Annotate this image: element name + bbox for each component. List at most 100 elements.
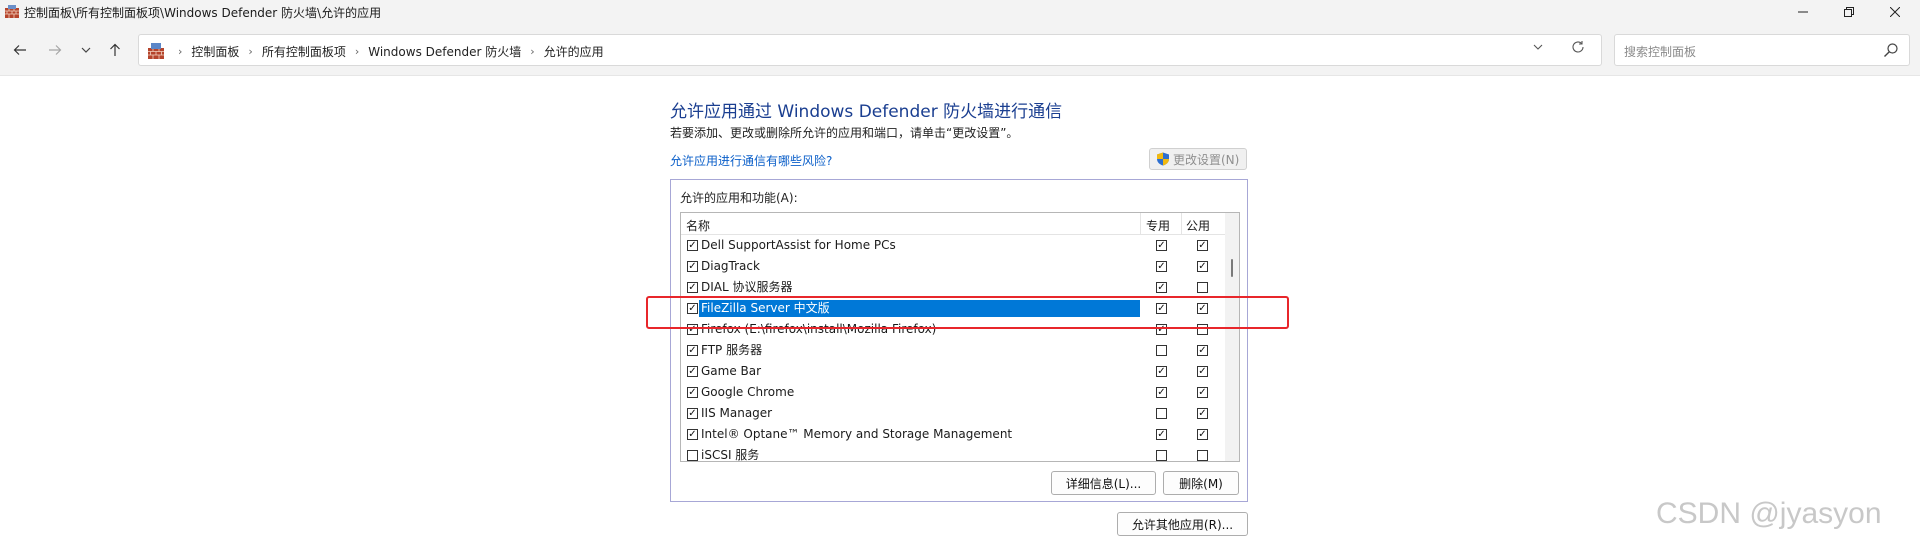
address-dropdown-button[interactable] [1533,41,1543,55]
control-panel-icon [148,43,164,59]
allow-other-app-button[interactable]: 允许其他应用(R)... [1117,512,1248,536]
restore-button[interactable] [1826,0,1872,24]
list-item[interactable]: ✓ FTP 服务器 ✓ [681,340,1225,361]
recent-locations-button[interactable] [74,38,98,62]
private-network-checkbox[interactable]: ✓ [1156,261,1167,272]
public-network-checkbox[interactable] [1197,450,1208,461]
list-header: 名称 专用 公用 [681,213,1225,235]
app-name: Intel® Optane™ Memory and Storage Manage… [701,427,1013,441]
private-network-checkbox[interactable]: ✓ [1156,387,1167,398]
public-network-checkbox[interactable]: ✓ [1197,240,1208,251]
app-enabled-checkbox[interactable]: ✓ [687,261,698,272]
app-name: Google Chrome [701,385,795,399]
scrollbar-thumb[interactable] [1231,259,1233,277]
restore-icon [1844,7,1854,17]
public-network-checkbox[interactable]: ✓ [1197,387,1208,398]
allowed-apps-list[interactable]: 名称 专用 公用 ✓ Dell SupportAssist for Home PC… [680,212,1240,462]
breadcrumb-separator: › [178,45,183,58]
list-item[interactable]: ✓ Google Chrome ✓ ✓ [681,382,1225,403]
column-header-name[interactable]: 名称 [686,217,710,234]
app-enabled-checkbox[interactable]: ✓ [687,240,698,251]
watermark: CSDN @jyasyon [1656,497,1882,530]
app-name: Dell SupportAssist for Home PCs [701,238,896,252]
app-name: DIAL 协议服务器 [701,280,793,294]
address-bar[interactable]: › 控制面板 › 所有控制面板项 › Windows Defender 防火墙 … [138,34,1602,66]
private-network-checkbox[interactable] [1156,408,1167,419]
public-network-checkbox[interactable]: ✓ [1197,345,1208,356]
breadcrumb: › 控制面板 › 所有控制面板项 › Windows Defender 防火墙 … [169,43,604,60]
window-title: 控制面板\所有控制面板项\Windows Defender 防火墙\允许的应用 [24,6,382,20]
public-network-checkbox[interactable]: ✓ [1197,408,1208,419]
private-network-checkbox[interactable]: ✓ [1156,240,1167,251]
app-enabled-checkbox[interactable]: ✓ [687,408,698,419]
column-header-public[interactable]: 公用 [1186,217,1210,234]
forward-button[interactable] [43,38,67,62]
chevron-down-icon [81,47,91,53]
firewall-icon [5,5,19,18]
breadcrumb-firewall[interactable]: Windows Defender 防火墙 [368,43,521,60]
page-description: 若要添加、更改或删除所允许的应用和端口，请单击“更改设置”。 [670,126,1019,140]
breadcrumb-separator: › [248,45,253,58]
list-item[interactable]: ✓ Intel® Optane™ Memory and Storage Manag… [681,424,1225,445]
app-enabled-checkbox[interactable]: ✓ [687,345,698,356]
app-enabled-checkbox[interactable]: ✓ [687,282,698,293]
breadcrumb-separator: › [530,45,535,58]
refresh-icon [1572,41,1584,53]
app-enabled-checkbox[interactable]: ✓ [687,429,698,440]
change-settings-label: 更改设置(N) [1173,152,1240,167]
private-network-checkbox[interactable] [1156,450,1167,461]
column-divider [1140,213,1141,235]
app-enabled-checkbox[interactable] [687,450,698,461]
app-enabled-checkbox[interactable]: ✓ [687,387,698,398]
page-title: 允许应用通过 Windows Defender 防火墙进行通信 [670,102,1063,122]
breadcrumb-control-panel[interactable]: 控制面板 [191,43,239,60]
close-icon [1890,7,1900,17]
list-item[interactable]: ✓ DiagTrack ✓ ✓ [681,256,1225,277]
list-item[interactable]: ✓ Dell SupportAssist for Home PCs ✓ ✓ [681,235,1225,256]
private-network-checkbox[interactable]: ✓ [1156,366,1167,377]
allowed-apps-label: 允许的应用和功能(A): [680,191,798,205]
search-input[interactable]: 搜索控制面板 [1624,43,1696,60]
column-header-private[interactable]: 专用 [1146,217,1170,234]
close-button[interactable] [1872,0,1918,24]
vertical-scrollbar[interactable] [1225,213,1239,461]
search-icon[interactable] [1883,42,1899,58]
up-button[interactable] [103,38,127,62]
risk-info-link[interactable]: 允许应用进行通信有哪些风险? [670,152,832,169]
public-network-checkbox[interactable]: ✓ [1197,261,1208,272]
uac-shield-icon [1157,152,1169,166]
public-network-checkbox[interactable] [1197,282,1208,293]
minimize-button[interactable] [1780,0,1826,24]
change-settings-button[interactable]: 更改设置(N) [1149,148,1247,170]
app-enabled-checkbox[interactable]: ✓ [687,366,698,377]
list-item[interactable]: ✓ DIAL 协议服务器 ✓ [681,277,1225,298]
public-network-checkbox[interactable]: ✓ [1197,366,1208,377]
back-button[interactable] [8,38,32,62]
private-network-checkbox[interactable]: ✓ [1156,429,1167,440]
title-bar: 控制面板\所有控制面板项\Windows Defender 防火墙\允许的应用 [0,0,1920,24]
app-name: Game Bar [701,364,762,378]
search-box[interactable]: 搜索控制面板 [1614,34,1910,66]
arrow-up-icon [110,43,120,56]
chevron-down-icon [1533,44,1543,50]
breadcrumb-allowed-apps[interactable]: 允许的应用 [544,43,604,60]
private-network-checkbox[interactable] [1156,345,1167,356]
list-item[interactable]: ✓ Game Bar ✓ ✓ [681,361,1225,382]
arrow-left-icon [13,45,26,55]
app-name: IIS Manager [701,406,773,420]
list-item[interactable]: ✓ IIS Manager ✓ [681,403,1225,424]
minimize-icon [1798,11,1808,13]
details-button[interactable]: 详细信息(L)... [1051,471,1156,495]
remove-button[interactable]: 删除(M) [1163,471,1239,495]
app-name: DiagTrack [701,259,760,273]
private-network-checkbox[interactable]: ✓ [1156,282,1167,293]
refresh-button[interactable] [1571,40,1585,58]
arrow-right-icon [49,45,62,55]
breadcrumb-all-items[interactable]: 所有控制面板项 [262,43,346,60]
annotation-highlight-box [646,296,1289,329]
app-name: FTP 服务器 [701,343,763,357]
public-network-checkbox[interactable]: ✓ [1197,429,1208,440]
column-divider [1181,213,1182,235]
list-item[interactable]: iSCSI 服务 [681,445,1225,462]
app-name: iSCSI 服务 [701,448,760,462]
